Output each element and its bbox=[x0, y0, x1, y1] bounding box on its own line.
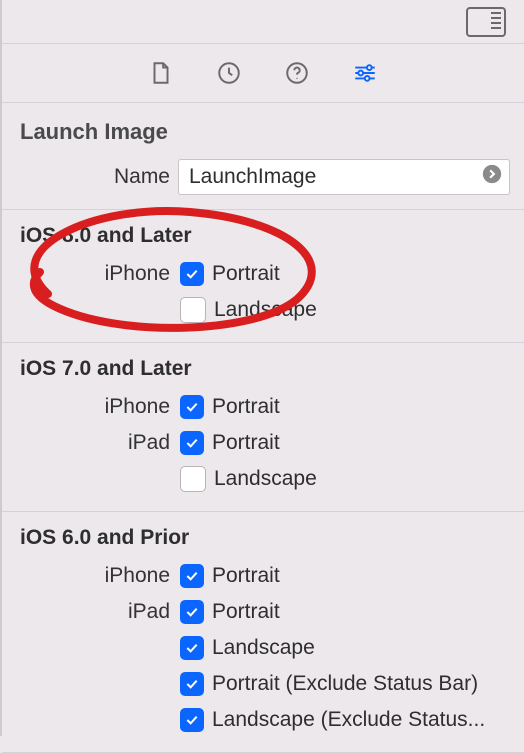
group-title: iOS 8.0 and Later bbox=[2, 224, 524, 256]
option-row: iPad Portrait bbox=[2, 425, 524, 461]
toggle-right-panel-button[interactable] bbox=[466, 7, 506, 37]
option-label: Portrait bbox=[212, 395, 280, 419]
device-label: iPad bbox=[2, 431, 180, 455]
option-row: iPhone Portrait bbox=[2, 389, 524, 425]
option-row: Landscape bbox=[2, 292, 524, 328]
device-label: iPhone bbox=[2, 395, 180, 419]
group: iOS 7.0 and Later iPhone Portrait iPad Portr… bbox=[2, 343, 524, 512]
checkbox[interactable] bbox=[180, 636, 204, 660]
option-row: Portrait (Exclude Status Bar) bbox=[2, 666, 524, 702]
go-arrow-icon[interactable] bbox=[481, 163, 503, 191]
checkbox[interactable] bbox=[180, 431, 204, 455]
option-label: Portrait bbox=[212, 600, 280, 624]
section-title: Launch Image bbox=[2, 103, 524, 159]
option-label: Portrait (Exclude Status Bar) bbox=[212, 672, 478, 696]
checkbox[interactable] bbox=[180, 395, 204, 419]
option-row: iPad Portrait bbox=[2, 594, 524, 630]
option-label: Portrait bbox=[212, 564, 280, 588]
group-title: iOS 6.0 and Prior bbox=[2, 526, 524, 558]
checkbox[interactable] bbox=[180, 466, 206, 492]
option-label: Landscape bbox=[212, 636, 315, 660]
option-label: Portrait bbox=[212, 262, 280, 286]
group: iOS 8.0 and Later iPhone Portrait Landscape bbox=[2, 210, 524, 343]
option-label: Landscape bbox=[214, 298, 317, 322]
group-title: iOS 7.0 and Later bbox=[2, 357, 524, 389]
device-label: iPad bbox=[2, 600, 180, 624]
option-row: iPhone Portrait bbox=[2, 558, 524, 594]
device-label: iPhone bbox=[2, 262, 180, 286]
option-row: iPhone Portrait bbox=[2, 256, 524, 292]
option-label: Landscape (Exclude Status... bbox=[212, 708, 485, 732]
history-tab-icon[interactable] bbox=[216, 60, 242, 86]
attributes-tab-icon[interactable] bbox=[352, 60, 378, 86]
option-label: Portrait bbox=[212, 431, 280, 455]
inspector-tabbar bbox=[2, 44, 524, 103]
file-tab-icon[interactable] bbox=[148, 60, 174, 86]
group: iOS 6.0 and Prior iPhone Portrait iPad Portr… bbox=[2, 512, 524, 753]
name-label: Name bbox=[2, 165, 178, 189]
checkbox[interactable] bbox=[180, 297, 206, 323]
option-label: Landscape bbox=[214, 467, 317, 491]
checkbox[interactable] bbox=[180, 600, 204, 624]
option-row: Landscape bbox=[2, 461, 524, 497]
device-label: iPhone bbox=[2, 564, 180, 588]
window-toolbar bbox=[2, 0, 524, 44]
checkbox[interactable] bbox=[180, 262, 204, 286]
option-row: Landscape (Exclude Status... bbox=[2, 702, 524, 738]
name-input[interactable] bbox=[187, 164, 481, 190]
help-tab-icon[interactable] bbox=[284, 60, 310, 86]
groups-container: iOS 8.0 and Later iPhone Portrait Landscape… bbox=[2, 210, 524, 753]
option-row: Landscape bbox=[2, 630, 524, 666]
checkbox[interactable] bbox=[180, 672, 204, 696]
name-field-container bbox=[178, 159, 510, 195]
checkbox[interactable] bbox=[180, 564, 204, 588]
checkbox[interactable] bbox=[180, 708, 204, 732]
name-row: Name bbox=[2, 159, 524, 210]
